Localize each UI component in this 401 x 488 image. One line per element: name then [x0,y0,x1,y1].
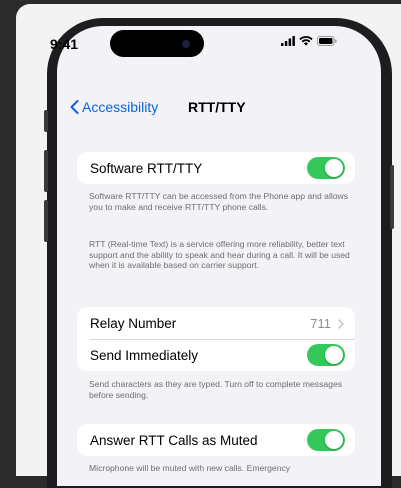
answer-muted-note: Microphone will be muted with new calls.… [89,463,291,473]
dynamic-island [110,30,204,57]
status-icons [281,36,337,46]
back-button[interactable]: Accessibility [70,99,158,115]
software-rtt-row: Software RTT/TTY [77,152,355,184]
send-immediately-note: Send characters as they are typed. Turn … [89,379,343,400]
answer-group: Answer RTT Calls as Muted [77,424,355,456]
send-immediately-label: Send Immediately [90,347,199,363]
battery-icon [317,36,337,46]
software-rtt-toggle[interactable] [307,157,345,179]
camera-icon [182,40,190,48]
chevron-left-icon [70,100,79,114]
software-rtt-note: Software RTT/TTY can be accessed from th… [89,191,349,212]
toggle-knob [325,159,343,177]
back-button-label: Accessibility [82,99,159,115]
toggle-knob [325,346,343,364]
relay-number-label: Relay Number [90,315,177,331]
answer-muted-toggle[interactable] [307,429,345,451]
relay-number-value: 711 [310,316,344,331]
send-immediately-toggle[interactable] [307,344,345,366]
answer-muted-label: Answer RTT Calls as Muted [90,432,258,448]
phone-side-button [44,150,48,192]
answer-muted-row: Answer RTT Calls as Muted [77,424,355,456]
toggle-knob [325,431,343,449]
send-immediately-row: Send Immediately [77,339,355,371]
wifi-icon [299,36,313,46]
software-rtt-label: Software RTT/TTY [90,160,203,176]
relay-group: Relay Number 711 Send Immediately [77,307,355,371]
signal-icon [281,36,295,46]
relay-number-text: 711 [310,316,331,331]
phone-side-button [44,110,48,132]
relay-number-row[interactable]: Relay Number 711 [77,307,355,339]
page-title: RTT/TTY [188,99,246,115]
rtt-description-note: RTT (Real-time Text) is a service offeri… [89,239,350,270]
rtt-group: Software RTT/TTY [77,152,355,184]
phone-side-button [390,165,394,229]
status-time: 9:41 [50,36,79,52]
phone-side-button [44,200,48,242]
chevron-right-icon [338,318,344,329]
